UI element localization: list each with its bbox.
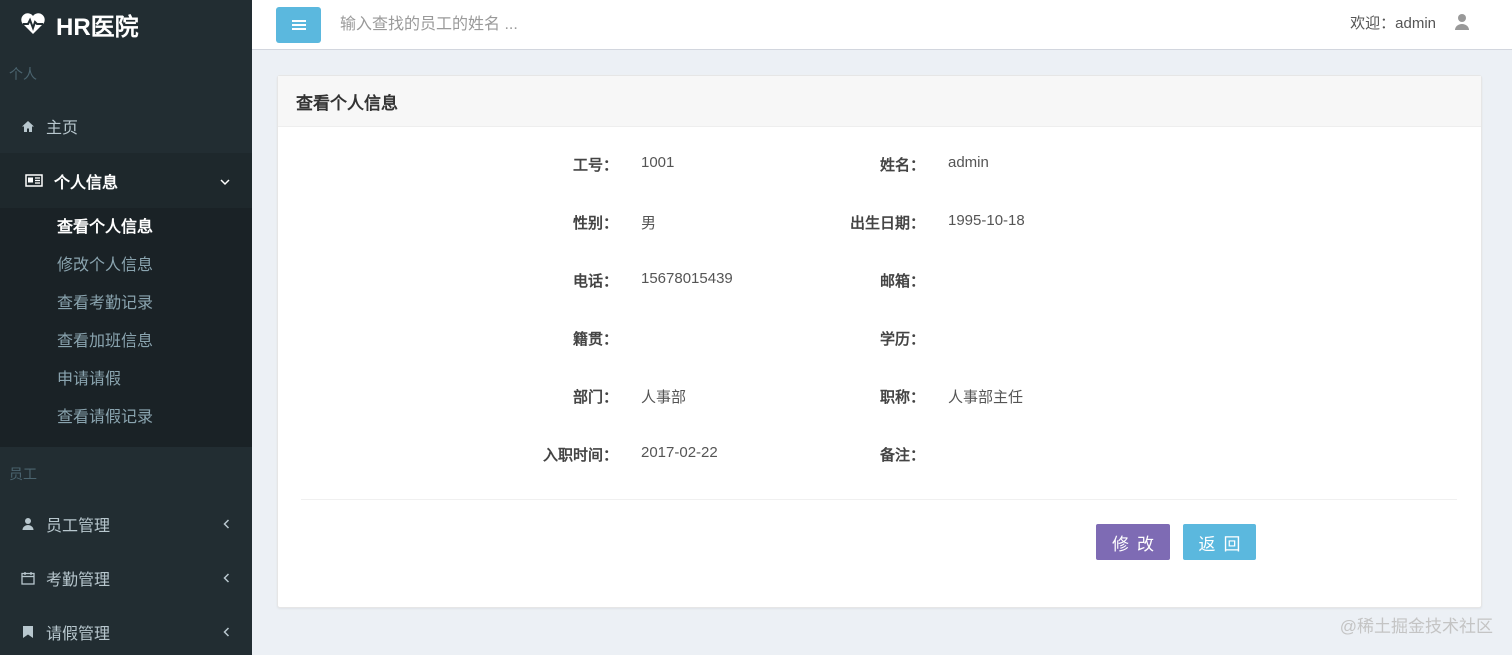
home-icon [20, 118, 36, 134]
birth-value: 1995-10-18 [948, 212, 1025, 229]
sidebar-toggle-button[interactable] [276, 7, 321, 43]
name-value: admin [948, 154, 989, 171]
sidebar-subitem-edit-info[interactable]: 修改个人信息 [0, 247, 252, 285]
hire-date-label: 入职时间： [542, 447, 618, 464]
sidebar-item-leave-management[interactable]: 请假管理 [0, 605, 252, 655]
emp-no-label: 工号： [572, 157, 618, 174]
welcome-text: 欢迎：admin [1350, 15, 1436, 32]
gender-value: 男 [641, 215, 657, 232]
users-icon [20, 516, 36, 532]
sidebar-subitem-overtime[interactable]: 查看加班信息 [0, 323, 252, 361]
name-label: 姓名： [879, 157, 925, 174]
top-header: 欢迎：admin [252, 0, 1512, 50]
phone-value: 15678015439 [641, 270, 733, 287]
sidebar-subitem-apply-leave[interactable]: 申请请假 [0, 361, 252, 399]
box-title: 查看个人信息 [278, 76, 1481, 127]
birth-label: 出生日期： [849, 215, 925, 232]
sidebar-subitem-attendance[interactable]: 查看考勤记录 [0, 285, 252, 323]
profile-box: 查看个人信息 工号： 1001 姓名： admin 性别： 男 出生日期： 19… [277, 75, 1482, 608]
app-logo-text: HR医院 [56, 13, 139, 41]
native-place-label: 籍贯： [572, 331, 618, 348]
app-logo[interactable]: HR医院 [0, 0, 252, 48]
chevron-left-icon [223, 570, 230, 586]
back-button[interactable]: 返回 [1183, 524, 1256, 560]
chevron-left-icon [223, 624, 230, 640]
sidebar-item-label: 考勤管理 [46, 572, 111, 589]
section-header-personal: 个人 [0, 48, 252, 99]
user-icon[interactable] [1454, 13, 1470, 31]
gender-label: 性别： [572, 215, 618, 232]
hamburger-icon [291, 20, 306, 30]
emp-no-value: 1001 [641, 154, 675, 171]
sidebar-subitem-leave-records[interactable]: 查看请假记录 [0, 399, 252, 437]
sidebar-item-attendance-management[interactable]: 考勤管理 [0, 551, 252, 605]
department-label: 部门： [572, 389, 618, 406]
bookmark-icon [20, 624, 36, 640]
section-header-staff: 员工 [0, 447, 252, 497]
department-value: 人事部 [641, 389, 687, 406]
edit-button[interactable]: 修改 [1096, 524, 1170, 560]
sidebar-item-label: 员工管理 [46, 518, 111, 535]
sidebar-item-label: 个人信息 [54, 174, 119, 192]
sidebar-item-label: 请假管理 [46, 626, 111, 643]
sidebar-item-staff-management[interactable]: 员工管理 [0, 497, 252, 551]
id-card-icon [24, 173, 44, 189]
email-label: 邮箱： [879, 273, 925, 290]
calendar-icon [20, 570, 36, 586]
hire-date-value: 2017-02-22 [641, 444, 718, 461]
sidebar-subitem-view-info[interactable]: 查看个人信息 [0, 209, 252, 247]
sidebar: HR医院 个人 主页 个人信息 查看个人信息 修改个人信息 查看考勤记录 查看加… [0, 0, 252, 655]
remark-label: 备注： [879, 447, 925, 464]
phone-label: 电话： [572, 273, 618, 290]
sidebar-item-home[interactable]: 主页 [0, 99, 252, 153]
job-title-value: 人事部主任 [948, 389, 1024, 406]
search-input[interactable] [340, 10, 640, 40]
personal-info-submenu: 查看个人信息 修改个人信息 查看考勤记录 查看加班信息 申请请假 查看请假记录 [0, 208, 252, 447]
heartbeat-icon [21, 13, 45, 34]
sidebar-item-personal-info[interactable]: 个人信息 [0, 153, 252, 208]
job-title-label: 职称： [879, 389, 925, 406]
watermark: @稀土掘金技术社区 [1339, 617, 1493, 636]
chevron-down-icon [220, 173, 230, 189]
sidebar-item-label: 主页 [46, 120, 79, 137]
education-label: 学历： [879, 331, 925, 348]
divider [301, 499, 1457, 500]
chevron-left-icon [223, 516, 230, 532]
